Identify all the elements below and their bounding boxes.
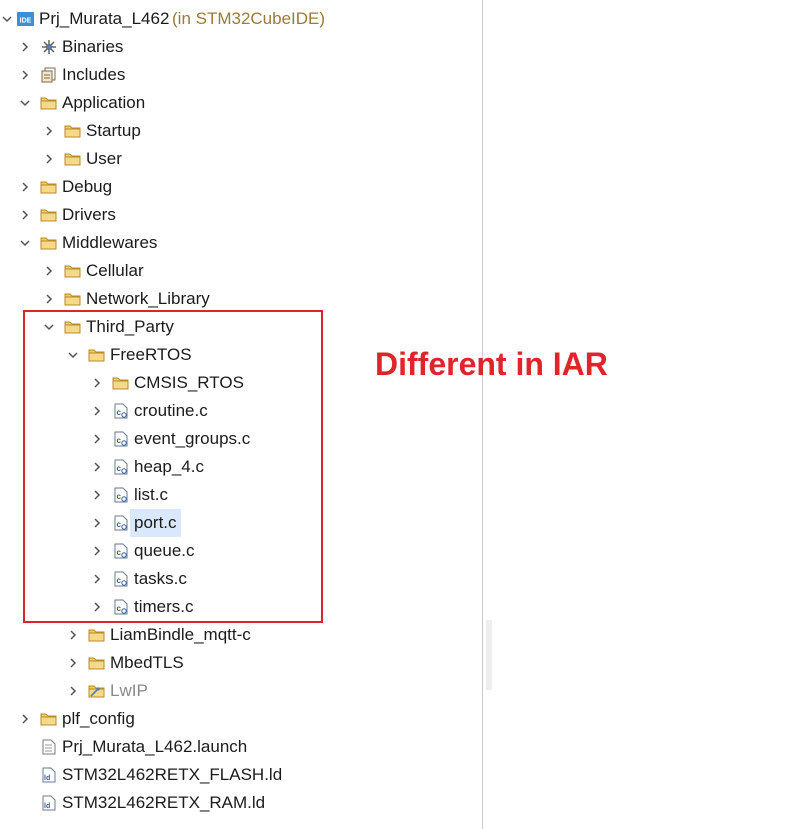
tree-item-label: LwIP [110, 681, 148, 700]
project-context-label: (in STM32CubeIDE) [172, 9, 326, 28]
tree-item-label: Middlewares [62, 233, 158, 252]
folder-icon [64, 123, 82, 139]
tree-item-label: Debug [62, 177, 113, 196]
chevron-down-icon[interactable] [0, 5, 14, 33]
chevron-right-icon[interactable] [18, 61, 32, 89]
editor-edge [486, 620, 492, 690]
excluded-folder-icon [88, 683, 106, 699]
folder-icon [64, 291, 82, 307]
chevron-right-icon[interactable] [18, 173, 32, 201]
launch-file-icon [40, 739, 58, 755]
view-divider [482, 0, 483, 829]
ld-file-icon: ld [40, 795, 58, 811]
chevron-down-icon[interactable] [18, 89, 32, 117]
chevron-right-icon[interactable] [66, 677, 80, 705]
chevron-down-icon[interactable] [18, 229, 32, 257]
chevron-right-icon[interactable] [18, 33, 32, 61]
tree-item-label: Cellular [86, 261, 144, 280]
svg-text:ld: ld [44, 775, 50, 782]
folder-icon [64, 151, 82, 167]
tree-item-label: User [86, 149, 122, 168]
tree-item-label: STM32L462RETX_RAM.ld [62, 793, 266, 812]
tree-item-label: MbedTLS [110, 653, 184, 672]
chevron-right-icon[interactable] [42, 257, 56, 285]
tree-item-label: Application [62, 93, 146, 112]
annotation-label: Different in IAR [375, 346, 608, 382]
tree-item-label: Binaries [62, 37, 124, 56]
folder-icon [40, 95, 58, 111]
folder-icon [64, 263, 82, 279]
folder-icon [40, 235, 58, 251]
tree-item-label: Includes [62, 65, 126, 84]
annotation-highlight-box [23, 310, 323, 623]
tree-item-label: Prj_Murata_L462.launch [62, 737, 248, 756]
svg-text:ld: ld [44, 803, 50, 810]
tree-item-label: LiamBindle_mqtt-c [110, 625, 251, 644]
chevron-right-icon[interactable] [42, 117, 56, 145]
tree-item-label: STM32L462RETX_FLASH.ld [62, 765, 283, 784]
chevron-right-icon[interactable] [42, 145, 56, 173]
project-name: Prj_Murata_L462 [39, 9, 170, 28]
chevron-right-icon[interactable] [66, 649, 80, 677]
chevron-right-icon[interactable] [18, 201, 32, 229]
chevron-right-icon[interactable] [66, 621, 80, 649]
chevron-right-icon[interactable] [18, 705, 32, 733]
folder-icon [40, 207, 58, 223]
binaries-icon [40, 39, 58, 55]
folder-icon [88, 627, 106, 643]
chevron-right-icon[interactable] [42, 285, 56, 313]
stm32-project-icon: IDE [17, 11, 35, 27]
tree-item-label: Network_Library [86, 289, 210, 308]
tree-item-label: plf_config [62, 709, 135, 728]
ld-file-icon: ld [40, 767, 58, 783]
tree-item-label: Startup [86, 121, 141, 140]
folder-icon [40, 711, 58, 727]
includes-icon [40, 67, 58, 83]
svg-text:IDE: IDE [20, 18, 32, 25]
folder-icon [40, 179, 58, 195]
folder-icon [88, 655, 106, 671]
tree-item-label: Drivers [62, 205, 116, 224]
